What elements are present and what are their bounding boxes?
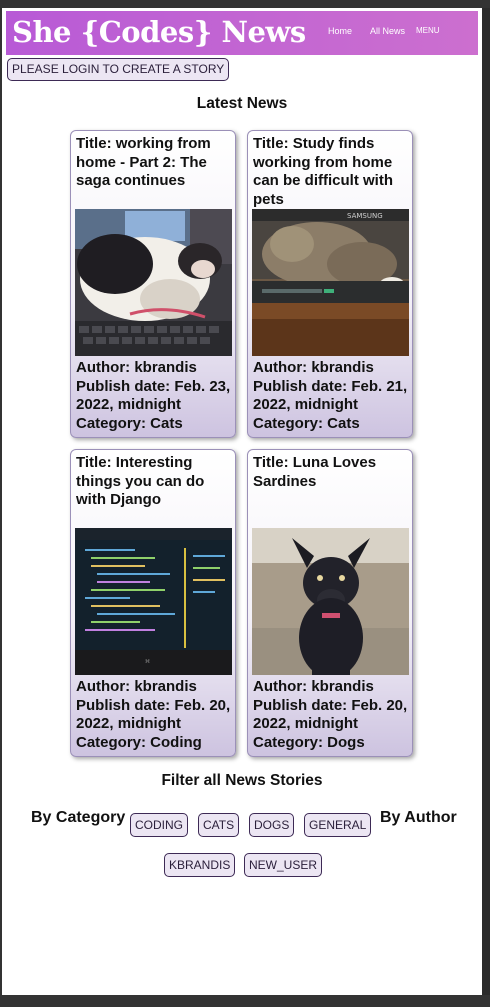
nav-all-news-link[interactable]: All News xyxy=(370,26,405,36)
story-author: Author: kbrandis xyxy=(253,359,374,376)
story-date: Publish date: Feb. 20, 2022, midnight xyxy=(253,696,408,733)
story-author: Author: kbrandis xyxy=(76,678,197,695)
filter-category-coding[interactable]: CODING xyxy=(130,813,188,837)
story-category: Category: Dogs xyxy=(253,733,365,751)
story-title[interactable]: Title: working from home - Part 2: The s… xyxy=(76,135,232,191)
svg-text:⌘: ⌘ xyxy=(145,659,150,665)
story-meta: Author: kbrandis Publish date: Feb. 21, … xyxy=(253,359,411,433)
news-card[interactable]: Title: working from home - Part 2: The s… xyxy=(70,130,236,438)
filter-category-cats[interactable]: CATS xyxy=(198,813,240,837)
news-card[interactable]: Title: Luna Loves Sardines Author: kbran… xyxy=(247,449,413,757)
site-header: She {Codes} News Home All News MENU xyxy=(6,11,478,55)
page: She {Codes} News Home All News MENU PLEA… xyxy=(2,8,482,995)
by-author-label: By Author xyxy=(380,809,457,826)
site-logo[interactable]: She {Codes} News xyxy=(12,15,306,49)
story-meta: Author: kbrandis Publish date: Feb. 23, … xyxy=(76,359,234,433)
story-author: Author: kbrandis xyxy=(76,359,197,376)
filter-category-general[interactable]: GENERAL xyxy=(304,813,372,837)
story-title[interactable]: Title: Luna Loves Sardines xyxy=(253,454,409,491)
svg-text:SAMSUNG: SAMSUNG xyxy=(347,212,383,220)
story-date: Publish date: Feb. 20, 2022, midnight xyxy=(76,696,231,733)
story-title[interactable]: Title: Interesting things you can do wit… xyxy=(76,454,232,510)
story-image-cat-laptop[interactable]: SAMSUNG xyxy=(252,209,409,356)
story-category: Category: Cats xyxy=(253,414,360,432)
story-category: Category: Coding xyxy=(76,733,202,751)
latest-news-heading: Latest News xyxy=(196,95,288,112)
story-meta: Author: kbrandis Publish date: Feb. 20, … xyxy=(76,678,234,752)
story-date: Publish date: Feb. 21, 2022, midnight xyxy=(253,377,408,414)
story-category: Category: Cats xyxy=(76,414,183,432)
scrollbar[interactable] xyxy=(482,8,490,995)
news-card[interactable]: Title: Interesting things you can do wit… xyxy=(70,449,236,757)
story-title[interactable]: Title: Study finds working from home can… xyxy=(253,135,409,209)
nav-menu-button[interactable]: MENU xyxy=(416,26,440,35)
filter-heading: Filter all News Stories xyxy=(161,772,323,789)
filter-category-dogs[interactable]: DOGS xyxy=(249,813,295,837)
story-meta: Author: kbrandis Publish date: Feb. 20, … xyxy=(253,678,411,752)
story-image-code-laptop[interactable]: ⌘ xyxy=(75,528,232,675)
news-card[interactable]: Title: Study finds working from home can… xyxy=(247,130,413,438)
story-image-black-dog[interactable] xyxy=(252,528,409,675)
by-category-label: By Category xyxy=(31,809,126,826)
story-image-cat-keyboard[interactable] xyxy=(75,209,232,356)
filter-author-kbrandis[interactable]: KBRANDIS xyxy=(164,853,236,877)
story-date: Publish date: Feb. 23, 2022, midnight xyxy=(76,377,231,414)
login-to-create-story-button[interactable]: PLEASE LOGIN TO CREATE A STORY xyxy=(7,58,230,81)
filter-author-new-user[interactable]: NEW_USER xyxy=(244,853,323,877)
nav-home-link[interactable]: Home xyxy=(328,26,352,36)
story-author: Author: kbrandis xyxy=(253,678,374,695)
